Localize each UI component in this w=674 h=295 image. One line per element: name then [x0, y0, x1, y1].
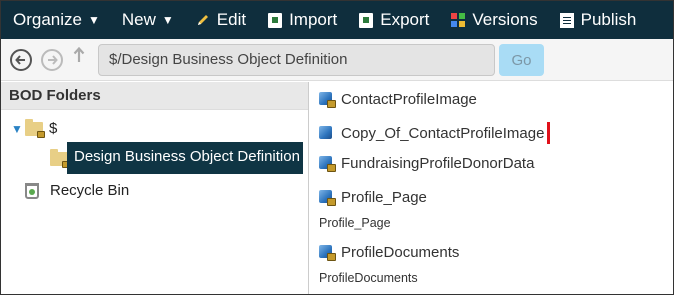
publish-icon	[559, 12, 574, 28]
versions-button[interactable]: Versions	[451, 10, 538, 30]
new-menu-button[interactable]: New ▼	[122, 10, 174, 30]
locked-folder-icon	[25, 118, 45, 138]
item-label: FundraisingProfileDonorData	[341, 154, 535, 172]
address-bar: $/Design Business Object Definition Go	[1, 39, 673, 81]
arrow-up-icon	[73, 46, 85, 62]
path-input[interactable]: $/Design Business Object Definition	[98, 44, 495, 76]
organize-label: Organize	[13, 10, 82, 29]
toolbar: Organize ▼ New ▼ Edit Import Export Vers…	[1, 1, 673, 39]
list-item[interactable]: Profile_Page	[318, 188, 427, 206]
export-button[interactable]: Export	[359, 10, 429, 30]
arrow-right-icon	[48, 55, 58, 65]
list-item[interactable]: ContactProfileImage	[318, 90, 477, 108]
versions-icon	[451, 13, 466, 27]
chevron-down-icon: ▼	[161, 13, 174, 27]
bod-explorer-window: Organize ▼ New ▼ Edit Import Export Vers…	[0, 0, 674, 295]
business-object-icon	[318, 243, 336, 261]
locked-folder-icon	[50, 149, 70, 168]
recycle-bin-icon	[25, 182, 39, 199]
expand-toggle-icon[interactable]: ▼	[11, 122, 25, 136]
item-label: Profile_Page	[341, 188, 427, 206]
arrow-left-icon	[15, 55, 25, 65]
tree-node-root[interactable]: ▼ $	[11, 118, 58, 138]
publish-button[interactable]: Publish	[559, 10, 637, 30]
items-pane: ContactProfileImage Copy_Of_ContactProfi…	[310, 82, 673, 294]
up-button[interactable]	[73, 46, 85, 68]
tree-node-recycle-bin[interactable]: Recycle Bin	[25, 182, 129, 199]
item-label: ContactProfileImage	[341, 90, 477, 108]
business-object-icon	[318, 154, 336, 172]
list-item[interactable]: FundraisingProfileDonorData	[318, 154, 534, 172]
pencil-icon	[197, 15, 208, 25]
import-icon	[268, 12, 283, 28]
forward-button[interactable]	[41, 49, 63, 71]
versions-label: Versions	[472, 10, 538, 29]
chevron-down-icon: ▼	[87, 13, 100, 27]
item-label: Copy_Of_ContactProfileImage	[341, 124, 545, 142]
publish-label: Publish	[580, 10, 637, 29]
folder-tree-header: BOD Folders	[1, 82, 308, 110]
item-label: ProfileDocuments	[341, 243, 460, 261]
export-label: Export	[380, 10, 430, 29]
folder-tree-pane: BOD Folders ▼ $ Recycle Bin	[1, 82, 309, 294]
list-item[interactable]: ProfileDocuments	[318, 243, 459, 261]
item-subtitle: Profile_Page	[319, 216, 391, 230]
list-item[interactable]: Copy_Of_ContactProfileImage	[318, 122, 551, 144]
text-cursor	[547, 122, 551, 144]
back-button[interactable]	[10, 49, 32, 71]
business-object-icon	[318, 90, 336, 108]
item-subtitle: ProfileDocuments	[319, 271, 418, 285]
business-object-icon	[318, 124, 336, 142]
import-label: Import	[289, 10, 338, 29]
edit-button[interactable]: Edit	[196, 10, 246, 30]
export-icon	[359, 12, 374, 28]
go-button[interactable]: Go	[499, 44, 544, 76]
organize-menu-button[interactable]: Organize ▼	[13, 10, 100, 30]
new-label: New	[121, 10, 156, 29]
tree-node-design-business-object-definition[interactable]: Design Business Object Definition	[67, 142, 303, 174]
recycle-bin-label: Recycle Bin	[50, 182, 130, 199]
import-button[interactable]: Import	[268, 10, 337, 30]
tree-node-root-label: $	[49, 120, 58, 137]
edit-label: Edit	[216, 10, 247, 29]
business-object-icon	[318, 188, 336, 206]
